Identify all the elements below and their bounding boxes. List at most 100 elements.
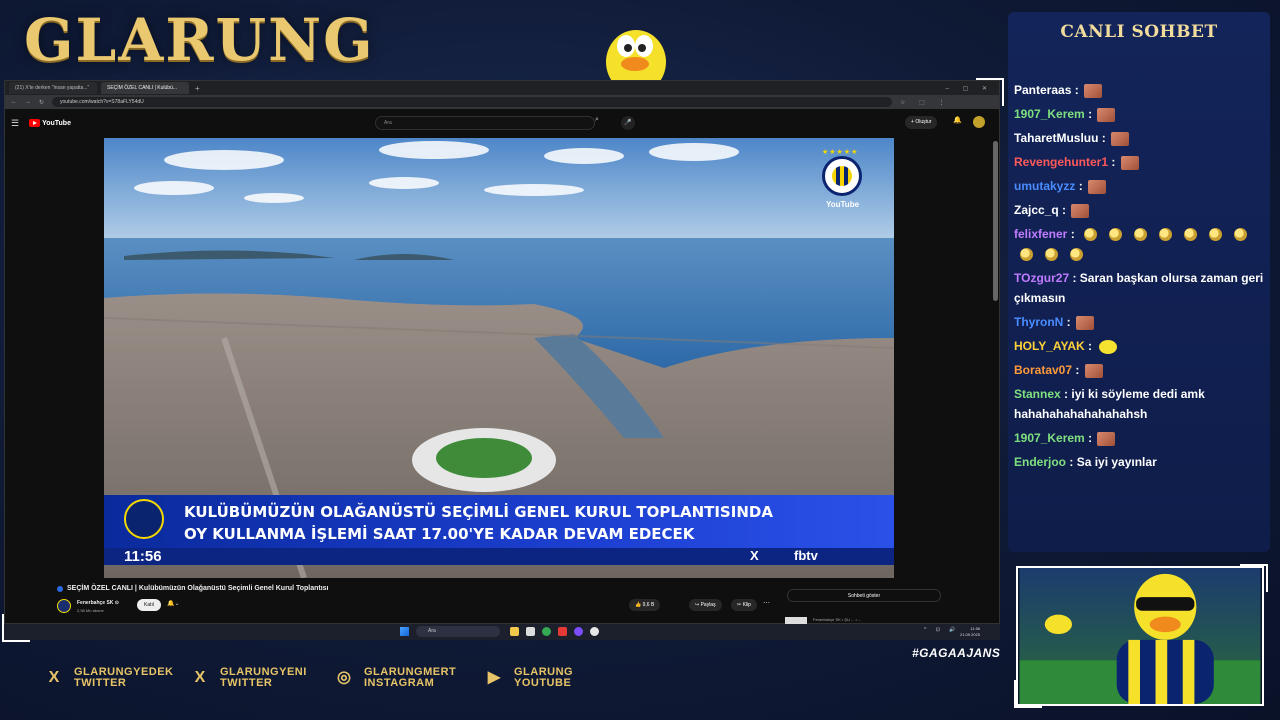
emote-icon <box>1134 228 1148 242</box>
taskbar: Ara ^ ⊡ 🔊 11:56 21.09.2025 <box>4 624 1000 640</box>
chat-message: TaharetMusluu : <box>1014 128 1268 148</box>
emote-icon <box>1120 155 1139 170</box>
app-icon[interactable] <box>558 627 567 636</box>
youtube-header: ☰ YouTube Ara ⌕ 🎤 + Oluştur 🔔 <box>5 113 999 133</box>
social-youtube: ▶ GLARUNG YOUTUBE <box>484 667 573 689</box>
chat-username[interactable]: TOzgur27 <box>1014 271 1069 285</box>
emote-icon <box>1111 131 1130 146</box>
tab-bar: (21) X'te derken "insan yapatta..." SEÇİ… <box>5 81 999 95</box>
search-input[interactable]: Ara <box>375 116 595 130</box>
webcam-feed <box>1016 566 1264 706</box>
chat-username[interactable]: Zajcc_q <box>1014 203 1059 217</box>
emote-icon <box>1084 228 1098 242</box>
chat-message: HOLY_AYAK : <box>1014 336 1268 356</box>
subscriber-count: 2,98 Mn abone <box>77 608 104 613</box>
youtube-icon: ▶ <box>487 669 501 686</box>
create-button[interactable]: + Oluştur <box>905 116 938 129</box>
frame-corner <box>1014 680 1042 708</box>
chat-username[interactable]: 1907_Kerem <box>1014 107 1085 121</box>
channel-name[interactable]: Fenerbahçe SK ⊙ <box>77 600 119 606</box>
emote-icon <box>1084 83 1103 98</box>
x-icon: X <box>48 669 60 686</box>
taskbar-clock[interactable]: 11:56 21.09.2025 <box>960 626 980 638</box>
chat-message: ThyronN : <box>1014 312 1268 332</box>
social-twitter-yeni: X GLARUNGYENI TWITTER <box>190 667 307 689</box>
clip-button[interactable]: ✂ Klip <box>731 599 757 611</box>
video-player[interactable]: ★★★★★ YouTube KULÜBÜMÜZÜN OLAĞANÜSTÜ SEÇ… <box>104 138 894 578</box>
emote-icon <box>1097 431 1116 446</box>
chat-message: Revengehunter1 : <box>1014 152 1268 172</box>
show-chat-button[interactable]: Sohbeti göster <box>787 589 941 602</box>
bell-icon[interactable]: 🔔⌄ <box>167 600 180 607</box>
chat-username[interactable]: umutakyzz <box>1014 179 1075 193</box>
channel-avatar[interactable] <box>57 599 71 613</box>
chrome-icon[interactable] <box>542 627 551 636</box>
windows-start-icon[interactable] <box>400 627 409 636</box>
url-input[interactable]: youtube.com/watch?v=S78aFLY54dU <box>52 97 893 107</box>
new-tab-icon[interactable]: + <box>195 84 200 93</box>
emote-icon <box>1076 315 1095 330</box>
extensions-icon[interactable]: ☆ ⬚ ⋮ <box>900 99 950 106</box>
x-icon: X <box>194 669 206 686</box>
frame-corner <box>1240 564 1268 592</box>
reload-icon[interactable]: ↻ <box>39 99 44 106</box>
chat-message: Stannex : iyi ki söyleme dedi amk hahaha… <box>1014 387 1205 421</box>
social-instagram: ◎ GLARUNGMERT INSTAGRAM <box>334 667 456 689</box>
emote-icon <box>1088 179 1107 194</box>
app-icon-2[interactable] <box>590 627 599 636</box>
emote-icon <box>1184 228 1198 242</box>
news-lower-third: KULÜBÜMÜZÜN OLAĞANÜSTÜ SEÇİMLİ GENEL KUR… <box>104 495 894 565</box>
emote-icon <box>1097 107 1116 122</box>
avatar[interactable] <box>973 116 985 128</box>
emote-icon <box>1099 339 1118 354</box>
taskbar-search[interactable]: Ara <box>416 626 500 637</box>
chat-text: Sa iyi yayınlar <box>1076 455 1157 469</box>
fenerbahce-logo <box>822 156 862 196</box>
emote-icon <box>1209 228 1223 242</box>
file-explorer-icon[interactable] <box>510 627 519 636</box>
related-title[interactable]: Fenerbahçe SK • ŞU ... • ... <box>813 617 861 622</box>
more-icon[interactable]: ⋯ <box>763 599 770 607</box>
headline-line1: KULÜBÜMÜZÜN OLAĞANÜSTÜ SEÇİMLİ GENEL KUR… <box>184 503 773 521</box>
live-dot-icon <box>57 586 63 592</box>
tab-x[interactable]: (21) X'te derken "insan yapatta..." <box>9 82 97 94</box>
chat-username[interactable]: Panteraas <box>1014 83 1071 97</box>
like-button[interactable]: 👍 9,6 B <box>629 599 661 611</box>
stream-logo: GLARUNG <box>24 6 375 74</box>
tab-youtube[interactable]: SEÇİM ÖZEL CANLI | Kulübü... <box>101 82 189 94</box>
discord-icon[interactable] <box>574 627 583 636</box>
mic-icon[interactable]: 🎤 <box>621 116 635 130</box>
system-tray-icons[interactable]: ^ ⊡ 🔊 <box>924 627 960 633</box>
club-crest-icon <box>124 499 164 539</box>
address-bar: ← → ↻ youtube.com/watch?v=S78aFLY54dU ☆ … <box>5 95 999 109</box>
join-button[interactable]: Katıl <box>137 599 162 611</box>
scrollbar[interactable] <box>993 141 998 301</box>
chat-username[interactable]: HOLY_AYAK <box>1014 339 1085 353</box>
share-button[interactable]: ↪ Paylaş <box>689 599 722 611</box>
notifications-icon[interactable]: 🔔 <box>953 116 962 124</box>
chat-username[interactable]: Boratav07 <box>1014 363 1072 377</box>
youtube-logo[interactable]: YouTube <box>29 119 71 127</box>
chat-username[interactable]: Enderjoo <box>1014 455 1066 469</box>
store-icon[interactable] <box>526 627 535 636</box>
chat-username[interactable]: Stannex <box>1014 387 1061 401</box>
x-icon: X <box>750 548 759 563</box>
chat-message: TOzgur27 : Saran başkan olursa zaman ger… <box>1014 271 1264 305</box>
window-controls[interactable]: – ▢ ✕ <box>946 85 993 92</box>
chat-message: Boratav07 : <box>1014 360 1268 380</box>
chat-username[interactable]: ThyronN <box>1014 315 1063 329</box>
chat-messages: Panteraas : 1907_Kerem : TaharetMusluu :… <box>1014 80 1268 476</box>
chat-username[interactable]: Revengehunter1 <box>1014 155 1108 169</box>
corner-youtube-text: YouTube <box>826 200 860 209</box>
menu-icon[interactable]: ☰ <box>11 118 19 129</box>
hashtag-label: #GAGAAJANS <box>912 646 1001 660</box>
chat-username[interactable]: felixfener <box>1014 227 1067 241</box>
search-icon[interactable]: ⌕ <box>595 116 599 124</box>
chat-username[interactable]: 1907_Kerem <box>1014 431 1085 445</box>
stars-icon: ★★★★★ <box>822 149 859 156</box>
chat-username[interactable]: TaharetMusluu <box>1014 131 1098 145</box>
forward-icon[interactable]: → <box>25 99 31 105</box>
back-icon[interactable]: ← <box>11 99 17 105</box>
chat-message: 1907_Kerem : <box>1014 428 1268 448</box>
emote-icon <box>1070 248 1083 262</box>
